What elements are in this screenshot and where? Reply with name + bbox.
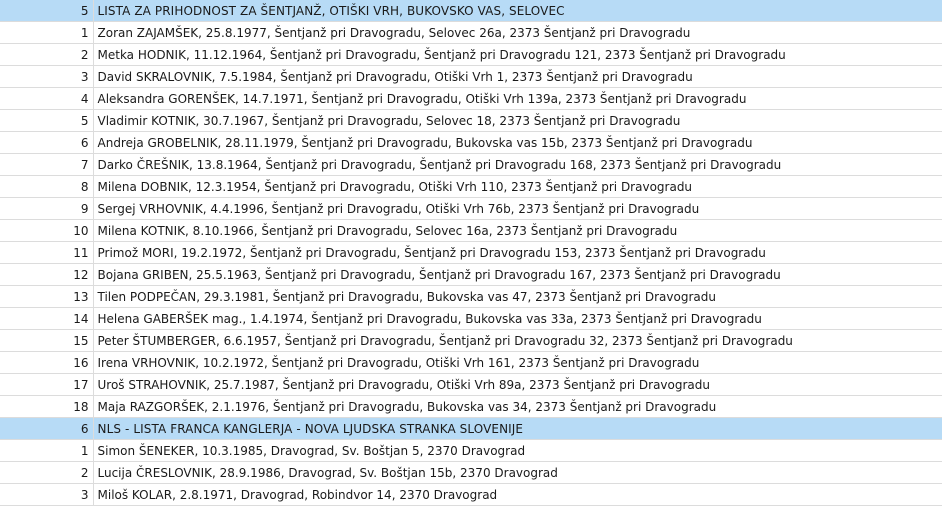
table-row: 13 Tilen PODPEČAN, 29.3.1981, Šentjanž pr… [0, 285, 942, 308]
candidate-number: 12 [0, 263, 94, 286]
table-row: 18 Maja RAZGORŠEK, 2.1.1976, Šentjanž pri… [0, 395, 942, 418]
candidate-details: Uroš STRAHOVNIK, 25.7.1987, Šentjanž pri… [93, 373, 942, 396]
candidate-number: 5 [0, 109, 94, 132]
candidate-number: 2 [0, 461, 94, 484]
table-row: 7 Darko ČREŠNIK, 13.8.1964, Šentjanž pri … [0, 153, 942, 176]
candidate-number: 14 [0, 307, 94, 330]
candidate-number: 8 [0, 175, 94, 198]
candidate-number: 4 [0, 87, 94, 110]
candidate-table: 5 LISTA ZA PRIHODNOST ZA ŠENTJANŽ, OTIŠK… [0, 0, 942, 506]
table-row: 8 Milena DOBNIK, 12.3.1954, Šentjanž pri … [0, 175, 942, 198]
table-row: 11 Primož MORI, 19.2.1972, Šentjanž pri D… [0, 241, 942, 264]
candidate-details: Maja RAZGORŠEK, 2.1.1976, Šentjanž pri D… [93, 395, 942, 418]
candidate-number: 13 [0, 285, 94, 308]
candidate-number: 18 [0, 395, 94, 418]
candidate-details: Sergej VRHOVNIK, 4.4.1996, Šentjanž pri … [93, 197, 942, 220]
candidate-details: Irena VRHOVNIK, 10.2.1972, Šentjanž pri … [93, 351, 942, 374]
candidate-details: Zoran ZAJAMŠEK, 25.8.1977, Šentjanž pri … [93, 21, 942, 44]
table-body: 5 LISTA ZA PRIHODNOST ZA ŠENTJANŽ, OTIŠK… [0, 0, 942, 506]
table-row: 2 Lucija ČRESLOVNIK, 28.9.1986, Dravograd… [0, 461, 942, 484]
candidate-number: 3 [0, 483, 94, 506]
candidate-number: 15 [0, 329, 94, 352]
candidate-number: 9 [0, 197, 94, 220]
candidate-details: Primož MORI, 19.2.1972, Šentjanž pri Dra… [93, 241, 942, 264]
candidate-number: 1 [0, 439, 94, 462]
table-row: 15 Peter ŠTUMBERGER, 6.6.1957, Šentjanž p… [0, 329, 942, 352]
table-row: 12 Bojana GRIBEN, 25.5.1963, Šentjanž pri… [0, 263, 942, 286]
candidate-details: Peter ŠTUMBERGER, 6.6.1957, Šentjanž pri… [93, 329, 942, 352]
table-row: 17 Uroš STRAHOVNIK, 25.7.1987, Šentjanž p… [0, 373, 942, 396]
candidate-details: Bojana GRIBEN, 25.5.1963, Šentjanž pri D… [93, 263, 942, 286]
candidate-number: 17 [0, 373, 94, 396]
candidate-details: Milena KOTNIK, 8.10.1966, Šentjanž pri D… [93, 219, 942, 242]
table-row: 6 Andreja GROBELNIK, 28.11.1979, Šentjanž… [0, 131, 942, 154]
candidate-number: 1 [0, 21, 94, 44]
table-row: 16 Irena VRHOVNIK, 10.2.1972, Šentjanž pr… [0, 351, 942, 374]
candidate-details: Miloš KOLAR, 2.8.1971, Dravograd, Robind… [93, 483, 942, 506]
candidate-number: 3 [0, 65, 94, 88]
candidate-details: Andreja GROBELNIK, 28.11.1979, Šentjanž … [93, 131, 942, 154]
candidate-details: Aleksandra GORENŠEK, 14.7.1971, Šentjanž… [93, 87, 942, 110]
candidate-number: 10 [0, 219, 94, 242]
list-name: LISTA ZA PRIHODNOST ZA ŠENTJANŽ, OTIŠKI … [93, 0, 942, 22]
list-header-row: 5 LISTA ZA PRIHODNOST ZA ŠENTJANŽ, OTIŠK… [0, 0, 942, 22]
list-number: 6 [0, 417, 94, 440]
candidate-details: Metka HODNIK, 11.12.1964, Šentjanž pri D… [93, 43, 942, 66]
list-number: 5 [0, 0, 94, 22]
candidate-details: Vladimir KOTNIK, 30.7.1967, Šentjanž pri… [93, 109, 942, 132]
candidate-number: 11 [0, 241, 94, 264]
candidate-details: Darko ČREŠNIK, 13.8.1964, Šentjanž pri D… [93, 153, 942, 176]
table-row: 1 Simon ŠENEKER, 10.3.1985, Dravograd, Sv… [0, 439, 942, 462]
candidate-details: Milena DOBNIK, 12.3.1954, Šentjanž pri D… [93, 175, 942, 198]
candidate-details: Tilen PODPEČAN, 29.3.1981, Šentjanž pri … [93, 285, 942, 308]
candidate-details: Simon ŠENEKER, 10.3.1985, Dravograd, Sv.… [93, 439, 942, 462]
table-row: 9 Sergej VRHOVNIK, 4.4.1996, Šentjanž pri… [0, 197, 942, 220]
table-row: 3 David SKRALOVNIK, 7.5.1984, Šentjanž pr… [0, 65, 942, 88]
candidate-details: Helena GABERŠEK mag., 1.4.1974, Šentjanž… [93, 307, 942, 330]
table-row: 5 Vladimir KOTNIK, 30.7.1967, Šentjanž pr… [0, 109, 942, 132]
candidate-number: 6 [0, 131, 94, 154]
table-row: 1 Zoran ZAJAMŠEK, 25.8.1977, Šentjanž pri… [0, 21, 942, 44]
candidate-number: 7 [0, 153, 94, 176]
candidate-number: 2 [0, 43, 94, 66]
candidate-details: David SKRALOVNIK, 7.5.1984, Šentjanž pri… [93, 65, 942, 88]
table-row: 2 Metka HODNIK, 11.12.1964, Šentjanž pri … [0, 43, 942, 66]
list-name: NLS - LISTA FRANCA KANGLERJA - NOVA LJUD… [93, 417, 942, 440]
table-row: 10 Milena KOTNIK, 8.10.1966, Šentjanž pri… [0, 219, 942, 242]
list-header-row: 6 NLS - LISTA FRANCA KANGLERJA - NOVA LJ… [0, 417, 942, 440]
candidate-details: Lucija ČRESLOVNIK, 28.9.1986, Dravograd,… [93, 461, 942, 484]
table-row: 3 Miloš KOLAR, 2.8.1971, Dravograd, Robin… [0, 483, 942, 506]
table-row: 14 Helena GABERŠEK mag., 1.4.1974, Šentja… [0, 307, 942, 330]
table-row: 4 Aleksandra GORENŠEK, 14.7.1971, Šentjan… [0, 87, 942, 110]
candidate-number: 16 [0, 351, 94, 374]
